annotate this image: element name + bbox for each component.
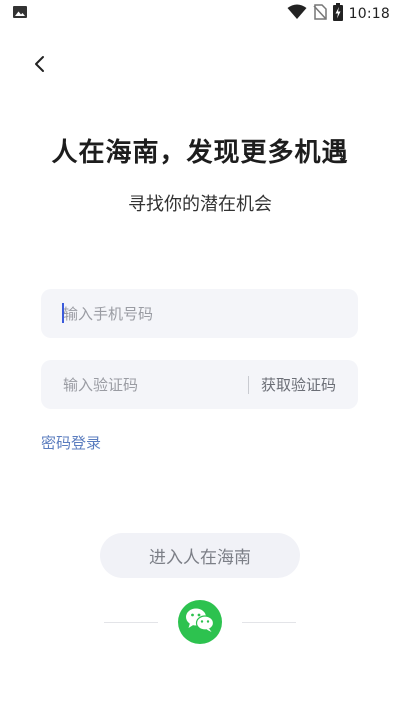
wechat-icon xyxy=(185,607,215,637)
verification-code-input[interactable] xyxy=(41,360,240,409)
text-caret xyxy=(62,303,64,323)
page-subtitle: 寻找你的潜在机会 xyxy=(128,194,272,215)
no-sim-icon xyxy=(313,4,327,24)
wifi-icon xyxy=(287,4,307,24)
code-field: 获取验证码 xyxy=(41,360,358,409)
image-notification-icon xyxy=(12,4,28,24)
submit-button[interactable]: 进入人在海南 xyxy=(100,533,300,578)
chevron-left-icon xyxy=(33,55,47,77)
battery-charging-icon xyxy=(332,3,343,25)
divider-left xyxy=(104,622,158,623)
status-bar: 10:18 xyxy=(0,0,400,28)
status-right: 10:18 xyxy=(287,3,390,25)
status-time: 10:18 xyxy=(348,6,390,22)
status-left xyxy=(12,4,28,24)
back-button[interactable] xyxy=(24,50,56,82)
password-login-link[interactable]: 密码登录 xyxy=(41,432,101,453)
field-divider xyxy=(247,375,249,394)
divider-right xyxy=(242,622,296,623)
page-title: 人在海南，发现更多机遇 xyxy=(51,138,349,168)
wechat-login-button[interactable] xyxy=(178,600,222,644)
phone-field xyxy=(41,289,358,338)
phone-input[interactable] xyxy=(41,289,358,338)
get-code-button[interactable]: 获取验证码 xyxy=(261,374,358,395)
